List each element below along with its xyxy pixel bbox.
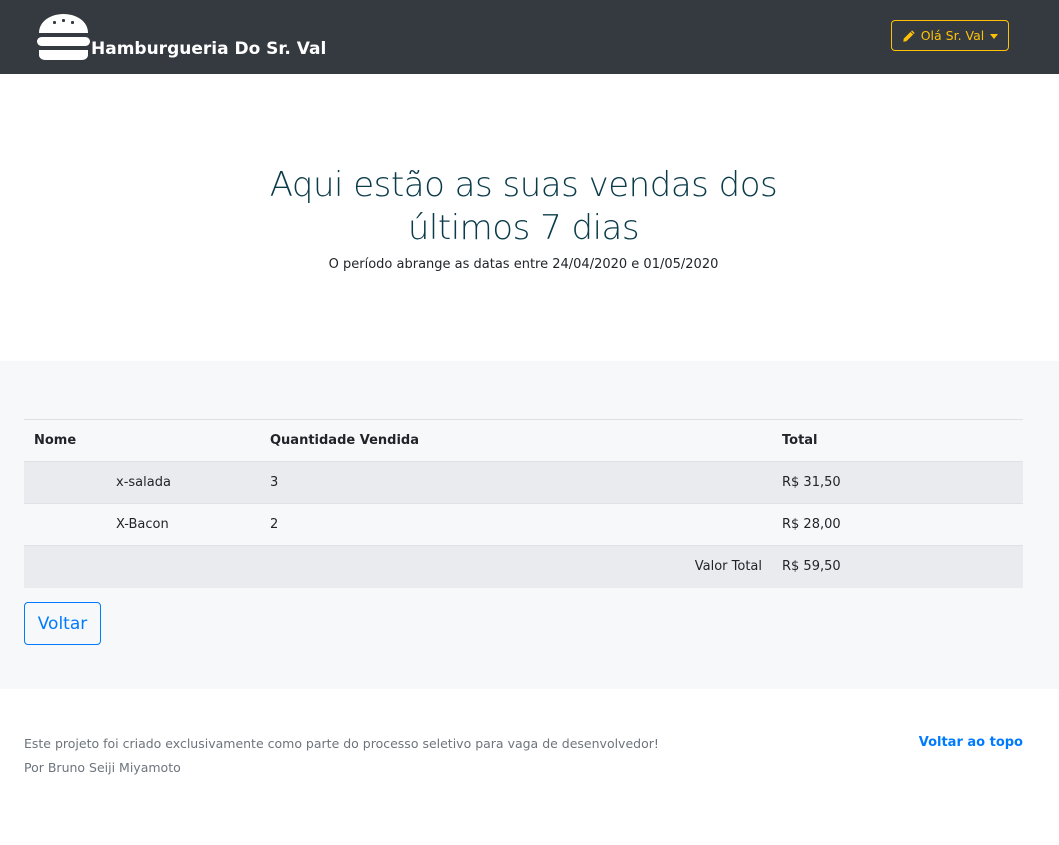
brand-name: Hamburgueria Do Sr. Val [91, 39, 327, 59]
user-menu-label: Olá Sr. Val [920, 28, 985, 43]
brand-link[interactable]: Hamburgueria Do Sr. Val [37, 11, 326, 61]
row-product-name: x-salada [24, 461, 260, 504]
grand-total-value: R$ 59,50 [772, 545, 1023, 588]
row-total: R$ 28,00 [772, 503, 1023, 546]
header-quantity: Quantidade Vendida [260, 419, 772, 462]
row-quantity: 2 [260, 503, 772, 546]
total-label: Valor Total [260, 545, 772, 588]
header-total: Total [772, 419, 1023, 462]
burger-icon [37, 14, 90, 60]
row-total: R$ 31,50 [772, 461, 1023, 504]
footer-description: Este projeto foi criado exclusivamente c… [24, 736, 659, 751]
page-title: Aqui estão as suas vendas dos últimos 7 … [0, 164, 1047, 250]
back-to-top-link[interactable]: Voltar ao topo [919, 735, 1023, 750]
page-title-line2: últimos 7 dias [407, 208, 640, 248]
row-quantity: 3 [260, 461, 772, 504]
total-row-spacer [24, 545, 260, 588]
back-button[interactable]: Voltar [24, 602, 101, 645]
pen-icon [903, 29, 915, 42]
sales-table: Nome Quantidade Vendida Total x-salada 3… [24, 419, 1023, 588]
footer-author: Por Bruno Seiji Miyamoto [24, 760, 181, 775]
table-total-row: Valor Total R$ 59,50 [24, 545, 1023, 588]
row-product-name: X-Bacon [24, 503, 260, 546]
chevron-down-icon [990, 33, 999, 39]
period-subtitle: O período abrange as datas entre 24/04/2… [328, 257, 719, 272]
table-header-row: Nome Quantidade Vendida Total [24, 419, 1023, 462]
table-row: X-Bacon 2 R$ 28,00 [24, 503, 1023, 546]
user-menu-button[interactable]: Olá Sr. Val [891, 20, 1009, 51]
table-row: x-salada 3 R$ 31,50 [24, 461, 1023, 504]
navbar: Hamburgueria Do Sr. Val Olá Sr. Val [0, 0, 1059, 74]
header-name: Nome [24, 419, 260, 462]
page-title-line1: Aqui estão as suas vendas dos [269, 165, 778, 205]
